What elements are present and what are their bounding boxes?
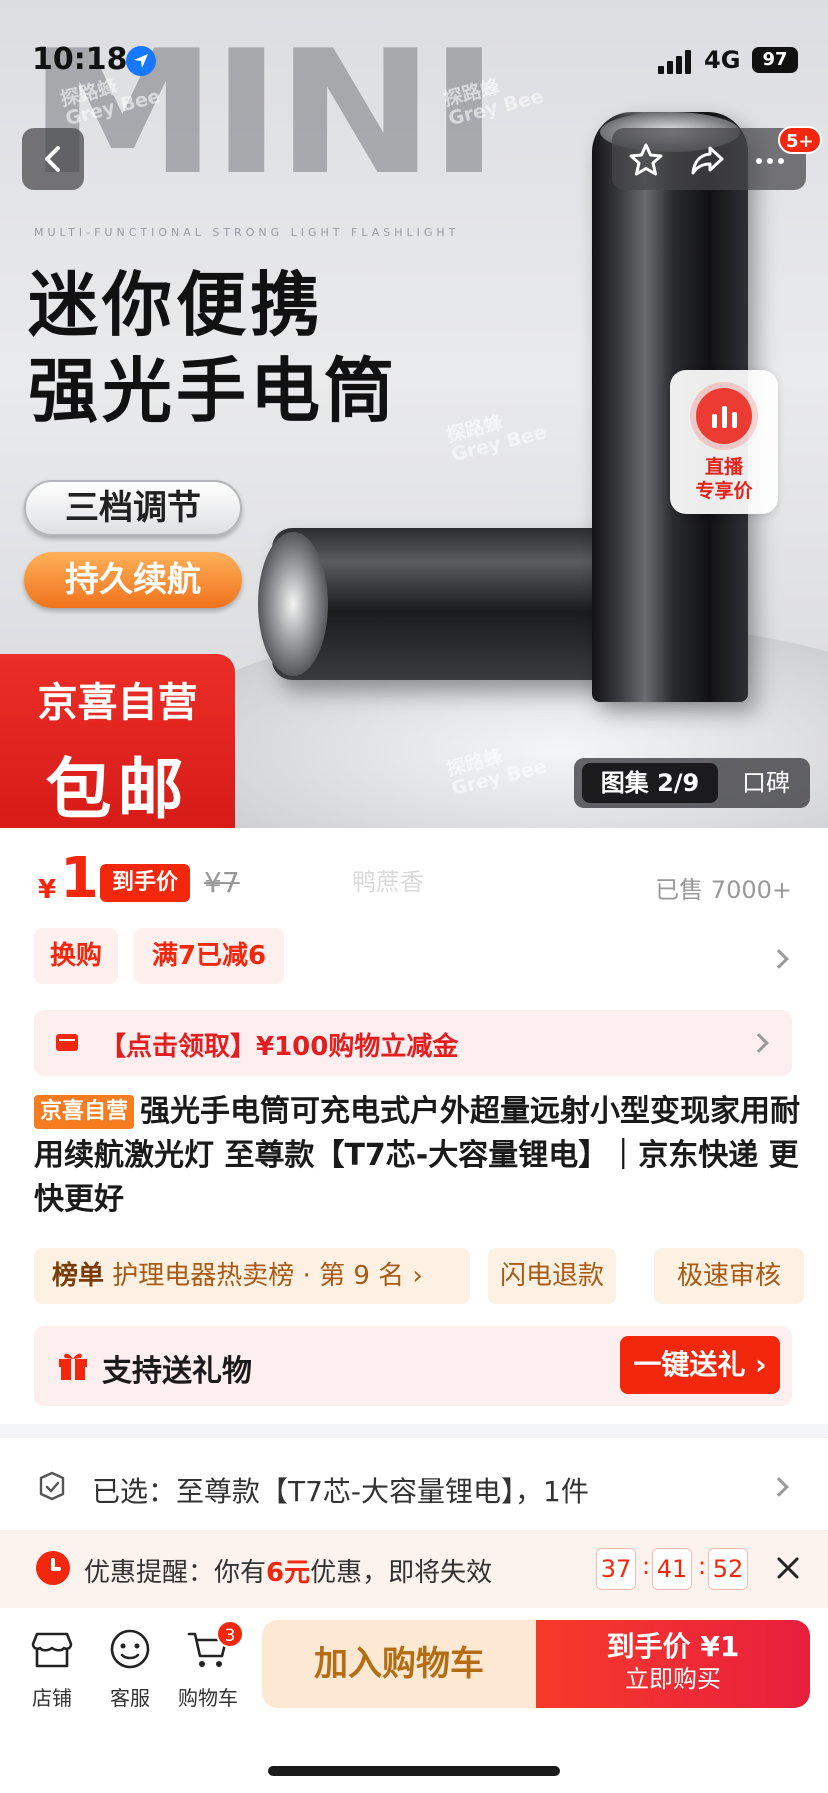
live-price-card[interactable]: 直播 专享价 [670,370,778,514]
self-operated-badge: 京喜自营 [34,1095,135,1129]
back-button[interactable] [22,128,84,190]
flashlight-lens [258,532,328,676]
chevron-right-icon[interactable] [769,949,789,969]
hero-title: 迷你便携 强光手电筒 [28,264,398,432]
live-icon [696,388,752,444]
home-indicator [268,1766,560,1776]
timer-minutes: 41 [652,1548,692,1590]
star-icon[interactable] [626,140,666,180]
chevron-right-icon [749,1033,769,1053]
clock-icon [36,1551,70,1585]
feature-pill-modes: 三档调节 [24,480,242,536]
send-gift-button[interactable]: 一键送礼 › [620,1336,780,1394]
coupon-text: 【点击领取】¥100购物立减金 [100,1032,459,1062]
rank-chip[interactable]: 榜单 护理电器热卖榜 · 第 9 名 › [34,1248,470,1304]
watermark-stamp: 探路蜂Grey Bee [444,411,549,467]
coupon-card-icon [56,1034,78,1051]
tab-gallery[interactable]: 图集 2/9 [582,763,718,803]
cart-count-badge: 3 [216,1620,244,1648]
feature-pill-battery: 持久续航 [24,552,242,608]
final-price-tag: 到手价 [100,864,190,902]
nav-cart[interactable]: 3 购物车 [168,1620,248,1711]
discount-reminder: 优惠提醒：你有6元优惠，即将失效 37 : 41 : 52 [0,1530,828,1608]
selected-spec-row[interactable]: 已选：至尊款【T7芯-大容量锂电】，1件 [0,1452,828,1526]
close-icon[interactable] [772,1552,804,1584]
gift-text: 支持送礼物 [102,1354,252,1389]
gallery-switcher: 图集 2/9 口碑 [574,758,810,808]
timer-hours: 37 [596,1548,636,1590]
watermark-subtitle: MULTI-FUNCTIONAL STRONG LIGHT FLASHLIGHT [34,226,460,239]
buy-now-button[interactable]: 到手价 ¥1 立即购买 [536,1620,810,1708]
nav-shop[interactable]: 店铺 [12,1626,92,1711]
shop-icon [31,1632,73,1668]
coupon-bar[interactable]: 【点击领取】¥100购物立减金 [34,1010,792,1076]
customer-service-icon [110,1629,150,1669]
rank-row: 榜单 护理电器热卖榜 · 第 9 名 › 闪电退款 极速审核 [34,1248,828,1304]
add-to-cart-button[interactable]: 加入购物车 [262,1620,536,1708]
chevron-left-icon [45,146,60,172]
tab-reviews[interactable]: 口碑 [726,763,806,803]
location-icon [126,46,156,76]
watermark-text: 鸭蔗香 [352,868,424,896]
sold-count: 已售 7000+ [655,876,792,904]
section-divider [0,1424,828,1438]
fast-refund-chip[interactable]: 闪电退款 [488,1248,616,1304]
product-title: 京喜自营 强光手电筒可充电式户外超量远射小型变现家用耐用续航激光灯 至尊款【T7芯… [34,1094,801,1217]
original-price: ¥7 [204,866,240,899]
final-price: 1 [60,846,99,911]
network-type: 4G [704,46,741,74]
reminder-text: 优惠提醒：你有6元优惠，即将失效 [84,1558,493,1588]
spec-icon [39,1471,65,1501]
gift-bar: 支持送礼物 一键送礼 › [34,1326,792,1406]
message-badge: 5+ [778,126,822,154]
fast-review-chip[interactable]: 极速审核 [654,1248,804,1304]
signal-icon [658,50,694,74]
top-actions [612,128,806,190]
price-row: ¥ 1 到手价 ¥7 鸭蔗香 已售 7000+ [0,840,828,920]
free-shipping-badge: 京喜自营 包邮 [0,654,235,828]
nav-service[interactable]: 客服 [90,1626,170,1711]
timer-seconds: 52 [708,1548,748,1590]
share-icon[interactable] [688,140,728,180]
gift-icon [59,1353,87,1380]
chevron-right-icon [769,1477,789,1497]
status-time: 10:18 [32,42,128,77]
battery-icon: 97 [752,47,798,73]
selected-spec-text: 已选：至尊款【T7芯-大容量锂电】，1件 [92,1475,589,1508]
promo-chip[interactable]: 满7已减6 [134,928,284,984]
currency-symbol: ¥ [38,875,57,905]
promo-chip[interactable]: 换购 [34,928,118,984]
